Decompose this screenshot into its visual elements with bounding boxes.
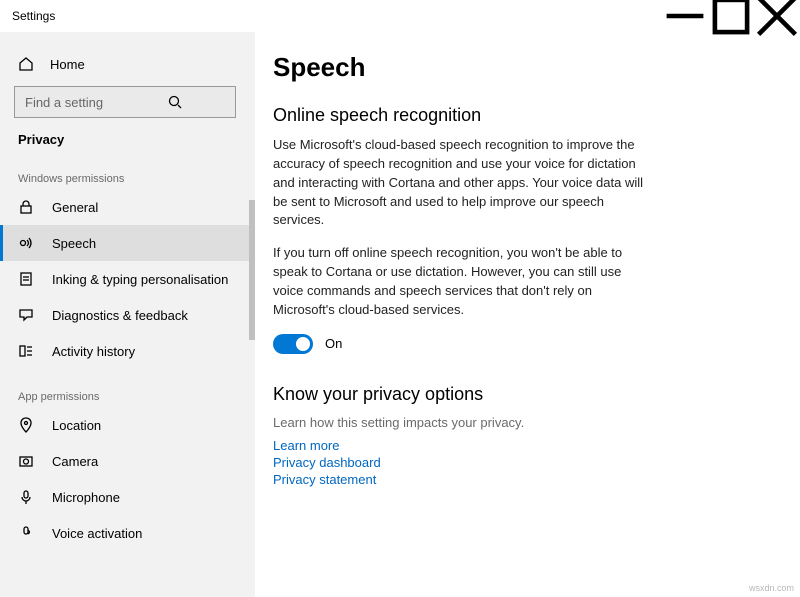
nav-label: Microphone [52,490,120,505]
home-nav[interactable]: Home [0,48,255,80]
nav-speech[interactable]: Speech [0,225,255,261]
link-privacy-dashboard[interactable]: Privacy dashboard [273,455,800,470]
nav-label: Speech [52,236,96,251]
location-icon [18,417,34,433]
nav-voice-activation[interactable]: Voice activation [0,515,255,551]
page-title: Speech [273,52,800,83]
nav-label: Activity history [52,344,135,359]
sidebar: Home Find a setting Privacy Windows perm… [0,32,255,597]
description-2: If you turn off online speech recognitio… [273,244,653,319]
nav-label: Inking & typing personalisation [52,272,228,287]
category-label: Privacy [0,122,255,151]
history-icon [18,343,34,359]
link-privacy-statement[interactable]: Privacy statement [273,472,800,487]
nav-label: Camera [52,454,98,469]
scrollbar[interactable] [249,200,255,340]
search-placeholder: Find a setting [25,95,125,110]
search-input[interactable]: Find a setting [14,86,236,118]
toggle-state-label: On [325,336,342,351]
microphone-icon [18,489,34,505]
nav-diagnostics[interactable]: Diagnostics & feedback [0,297,255,333]
minimize-button[interactable] [662,0,708,32]
section-windows-permissions: Windows permissions [0,151,255,189]
nav-activity[interactable]: Activity history [0,333,255,369]
nav-label: Location [52,418,101,433]
nav-location[interactable]: Location [0,407,255,443]
feedback-icon [18,307,34,323]
nav-label: Diagnostics & feedback [52,308,188,323]
home-label: Home [50,57,85,72]
nav-general[interactable]: General [0,189,255,225]
privacy-options-heading: Know your privacy options [273,384,800,405]
nav-label: Voice activation [52,526,142,541]
clipboard-icon [18,271,34,287]
home-icon [18,56,34,72]
speech-icon [18,235,34,251]
lock-icon [18,199,34,215]
link-learn-more[interactable]: Learn more [273,438,800,453]
camera-icon [18,453,34,469]
search-icon [125,94,225,110]
main-content: Speech Online speech recognition Use Mic… [255,32,800,597]
window-title: Settings [12,9,662,23]
section-heading: Online speech recognition [273,105,800,126]
nav-microphone[interactable]: Microphone [0,479,255,515]
nav-inking[interactable]: Inking & typing personalisation [0,261,255,297]
close-button[interactable] [754,0,800,32]
titlebar: Settings [0,0,800,32]
online-speech-toggle[interactable] [273,334,313,354]
privacy-options-sub: Learn how this setting impacts your priv… [273,415,800,430]
section-app-permissions: App permissions [0,369,255,407]
nav-label: General [52,200,98,215]
maximize-button[interactable] [708,0,754,32]
voice-icon [18,525,34,541]
nav-camera[interactable]: Camera [0,443,255,479]
description-1: Use Microsoft's cloud-based speech recog… [273,136,653,230]
watermark: wsxdn.com [749,583,794,593]
